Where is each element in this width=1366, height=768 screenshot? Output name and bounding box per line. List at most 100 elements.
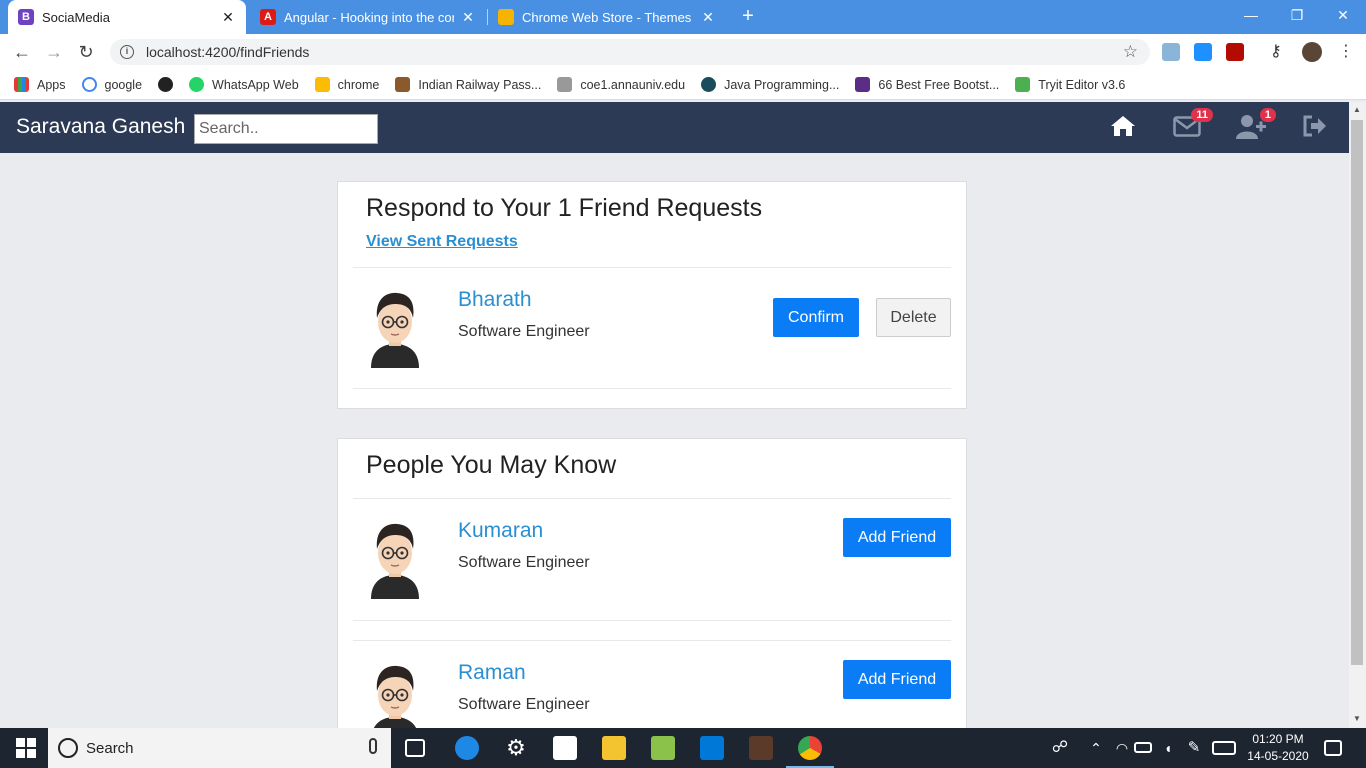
profile-avatar[interactable] [1302, 42, 1322, 62]
search-icon [58, 738, 78, 758]
chrome-taskbar-icon[interactable] [798, 736, 822, 760]
pdf-icon[interactable] [1226, 43, 1244, 61]
tab-chrome-web-store[interactable]: Chrome Web Store - Themes ✕ [488, 0, 726, 34]
info-icon[interactable]: i [120, 45, 134, 59]
suggestion-item: Kumaran Software Engineer Add Friend [353, 499, 951, 619]
keyboard-icon[interactable] [1212, 741, 1236, 755]
view-sent-requests-link[interactable]: View Sent Requests [366, 233, 518, 251]
person-role: Software Engineer [458, 696, 590, 713]
tab-title: Chrome Web Store - Themes [522, 9, 692, 25]
bookmark-apps[interactable]: Apps [14, 77, 66, 92]
requests-badge: 1 [1259, 108, 1276, 122]
bootstrap-icon: B [18, 9, 34, 25]
close-icon[interactable]: ✕ [220, 9, 236, 26]
address-bar[interactable]: i localhost:4200/findFriends ☆ [110, 39, 1150, 65]
file-explorer-icon[interactable] [602, 736, 626, 760]
logout-icon[interactable] [1302, 114, 1332, 142]
add-friend-button[interactable]: Add Friend [843, 660, 951, 699]
volume-icon[interactable]: ◖ [1156, 736, 1180, 760]
university-icon [557, 77, 573, 92]
browser-toolbar: ← → ↻ i localhost:4200/findFriends ☆ ⚷ ⋮ [0, 34, 1366, 70]
bookmark-bootstrap[interactable]: 66 Best Free Bootst... [855, 77, 999, 92]
bookmark-tryit[interactable]: Tryit Editor v3.6 [1015, 77, 1125, 92]
scroll-down-icon[interactable]: ▼ [1353, 714, 1361, 723]
task-view-icon[interactable] [405, 739, 425, 757]
bookmark-whatsapp[interactable]: WhatsApp Web [189, 77, 299, 92]
messages-icon[interactable]: 11 [1173, 108, 1213, 142]
battery-icon[interactable] [1134, 742, 1152, 753]
back-icon[interactable]: ← [10, 40, 34, 64]
chrome-icon [314, 77, 330, 92]
vscode-icon[interactable] [700, 736, 724, 760]
bookmark-java[interactable]: Java Programming... [701, 77, 839, 92]
w3schools-icon [1015, 77, 1031, 92]
gaming-app-icon[interactable] [749, 736, 773, 760]
chevron-up-icon[interactable]: ⌃ [1084, 736, 1108, 760]
minimize-icon[interactable]: — [1228, 0, 1274, 30]
store-icon[interactable] [553, 736, 577, 760]
home-icon[interactable] [1110, 114, 1140, 142]
bookmark-chrome[interactable]: chrome [314, 77, 379, 92]
window-close-icon[interactable]: ✕ [1320, 0, 1366, 30]
microphone-icon[interactable] [369, 738, 377, 754]
request-item: Bharath Software Engineer Confirm Delete [353, 268, 951, 388]
scroll-thumb[interactable] [1351, 120, 1363, 665]
globe-icon [158, 77, 174, 92]
divider [353, 620, 951, 621]
extension-icon[interactable] [1162, 43, 1180, 61]
taskbar-search-label: Search [86, 739, 134, 757]
person-name[interactable]: Raman [458, 661, 526, 685]
clock-time: 01:20 PM [1252, 732, 1304, 746]
search-input[interactable] [194, 114, 378, 144]
windows-icon[interactable] [1194, 43, 1212, 61]
system-clock[interactable]: 01:20 PM 14-05-2020 [1244, 731, 1312, 765]
person-name[interactable]: Kumaran [458, 519, 543, 543]
taskbar-search[interactable]: Search [48, 728, 391, 768]
windows-start-icon[interactable] [14, 736, 38, 760]
scroll-up-icon[interactable]: ▲ [1353, 105, 1361, 114]
browser-tab-strip: B SociaMedia ✕ A Angular - Hooking into … [0, 0, 1366, 34]
person-name[interactable]: Bharath [458, 288, 532, 312]
bookmark-globe[interactable] [158, 77, 174, 92]
delete-button[interactable]: Delete [876, 298, 951, 337]
tab-angular[interactable]: A Angular - Hooking into the comp ✕ [250, 0, 486, 34]
restore-icon[interactable]: ❐ [1274, 0, 1320, 30]
brand-name[interactable]: Saravana Ganesh [16, 115, 185, 139]
friend-requests-card: Respond to Your 1 Friend Requests View S… [337, 181, 967, 409]
colorlib-icon [855, 77, 871, 92]
web-store-icon [498, 9, 514, 25]
clock-date: 14-05-2020 [1247, 749, 1309, 763]
bookmark-annauniv[interactable]: coe1.annauniv.edu [557, 77, 685, 92]
friend-requests-icon[interactable]: 1 [1236, 108, 1276, 142]
google-icon [81, 77, 97, 92]
bookmark-star-icon[interactable]: ☆ [1123, 42, 1138, 62]
close-icon[interactable]: ✕ [700, 9, 716, 26]
people-icon[interactable]: ☍ [1048, 736, 1072, 760]
reload-icon[interactable]: ↻ [74, 40, 98, 64]
forward-icon[interactable]: → [42, 40, 66, 64]
tab-title: SociaMedia [42, 9, 110, 25]
person-role: Software Engineer [458, 554, 590, 571]
bookmark-google[interactable]: google [81, 77, 142, 92]
edge-icon[interactable] [455, 736, 479, 760]
key-icon[interactable]: ⚷ [1270, 43, 1288, 61]
menu-icon[interactable]: ⋮ [1334, 40, 1358, 64]
settings-gear-icon[interactable]: ⚙ [504, 736, 528, 760]
notification-icon[interactable] [1324, 740, 1342, 756]
tab-sociamedia[interactable]: B SociaMedia ✕ [8, 0, 246, 34]
add-friend-button[interactable]: Add Friend [843, 518, 951, 557]
close-icon[interactable]: ✕ [460, 9, 476, 26]
wifi-icon[interactable]: ◠ [1110, 736, 1134, 760]
people-you-may-know-card: People You May Know Kumaran Software Eng… [337, 438, 967, 741]
bookmark-railway[interactable]: Indian Railway Pass... [395, 77, 541, 92]
apps-grid-icon [14, 77, 29, 92]
messages-badge: 11 [1191, 108, 1213, 122]
suggestions-heading: People You May Know [366, 451, 617, 479]
windows-taskbar: Search ⚙ ☍ ⌃ ◠ ◖ ✎ 01:20 PM 14-05-2020 [0, 728, 1366, 768]
new-tab-button[interactable]: + [737, 5, 759, 27]
railway-icon [395, 77, 411, 92]
confirm-button[interactable]: Confirm [773, 298, 859, 337]
pen-icon[interactable]: ✎ [1182, 736, 1206, 760]
notepad-icon[interactable] [651, 736, 675, 760]
page-scrollbar[interactable]: ▲ ▼ [1349, 102, 1366, 728]
